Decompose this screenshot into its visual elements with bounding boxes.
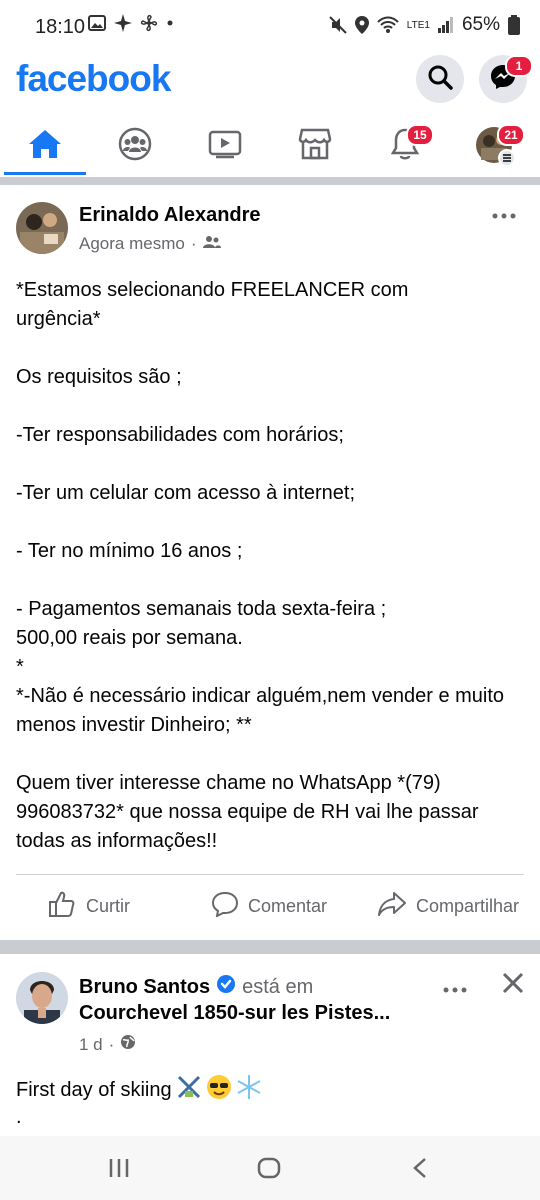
post-line: - Ter no mínimo 16 anos ;: [16, 540, 243, 562]
hide-post-button[interactable]: [502, 972, 524, 999]
like-label: Curtir: [86, 895, 130, 916]
battery-percent: 65%: [461, 14, 500, 35]
tab-home[interactable]: [1, 118, 89, 174]
wifi-icon: [377, 16, 399, 34]
home-nav-button[interactable]: [257, 1157, 281, 1184]
post-line: *: [16, 656, 24, 678]
post-line: -Ter um celular com acesso à internet;: [16, 482, 356, 504]
back-button[interactable]: [412, 1157, 428, 1184]
post-line: - Pagamentos semanais toda sexta-feira ;: [16, 598, 387, 620]
sunglasses-emoji-icon: [206, 1074, 232, 1106]
comment-icon: [211, 891, 239, 922]
status-bar: 18:10 LTE1 65%: [0, 0, 540, 56]
friends-icon: [202, 234, 221, 254]
post-line: *Estamos selecionando FREELANCER com urg…: [16, 279, 409, 330]
post-time[interactable]: Agora mesmo: [79, 234, 185, 254]
network-label: LTE1: [406, 19, 430, 31]
post-line: 500,00 reais por semana.: [16, 627, 243, 649]
post-verb: está em: [242, 975, 314, 998]
tab-groups[interactable]: [91, 118, 179, 174]
notifications-badge: 15: [406, 124, 434, 146]
location-icon: [354, 16, 369, 34]
clock: 18:10: [35, 16, 86, 38]
snowflake-icon: [236, 1074, 262, 1106]
groups-icon: [118, 127, 152, 166]
messenger-badge: 1: [505, 55, 533, 77]
like-button[interactable]: Curtir: [48, 888, 130, 924]
skis-icon: [176, 1074, 202, 1106]
home-button-icon: [257, 1157, 281, 1183]
post-divider: [16, 874, 524, 875]
active-tab-indicator: [4, 172, 86, 175]
comment-button[interactable]: Comentar: [211, 888, 328, 924]
post-options-button[interactable]: [491, 196, 517, 227]
recent-apps-button[interactable]: [108, 1158, 130, 1183]
tab-marketplace[interactable]: [271, 118, 359, 174]
post-location[interactable]: Courchevel 1850-sur les Pistes...: [79, 1002, 429, 1025]
post-author[interactable]: Erinaldo Alexandre: [79, 204, 261, 227]
post2-text-2: .: [16, 1106, 22, 1128]
verified-icon: [216, 974, 236, 1000]
video-icon: [208, 129, 242, 164]
thumbs-up-icon: [48, 890, 76, 923]
post-body: *Estamos selecionando FREELANCER com urg…: [16, 276, 526, 856]
post-meta: 1 d ·: [79, 1034, 136, 1055]
main-tabs: 15 21: [0, 118, 540, 176]
post2-text: First day of skiing: [16, 1078, 172, 1101]
tab-watch[interactable]: [181, 118, 269, 174]
post-time[interactable]: 1 d: [79, 1035, 103, 1055]
search-icon: [427, 64, 453, 95]
tab-menu[interactable]: 21: [451, 118, 539, 174]
section-separator: [0, 177, 540, 185]
post-options-button[interactable]: [442, 970, 468, 1001]
home-icon: [28, 129, 62, 164]
avatar[interactable]: [16, 202, 68, 254]
post-line: Quem tiver interesse chame no WhatsApp *…: [16, 772, 479, 852]
back-icon: [412, 1158, 428, 1183]
fan-icon: [140, 14, 158, 32]
search-button[interactable]: [416, 55, 464, 103]
system-navigation-bar: [0, 1136, 540, 1200]
avatar[interactable]: [16, 972, 68, 1024]
post-meta: Agora mesmo ·: [79, 234, 221, 254]
post-line: Os requisitos são ;: [16, 366, 182, 388]
battery-icon: [508, 15, 520, 35]
menu-badge: 21: [497, 124, 525, 146]
store-icon: [298, 128, 332, 165]
dot-icon: [166, 19, 174, 27]
comment-label: Comentar: [248, 895, 328, 916]
section-separator: [0, 940, 540, 954]
globe-icon: [120, 1034, 136, 1055]
share-icon: [378, 891, 406, 922]
more-options-icon: [442, 970, 468, 1000]
facebook-logo[interactable]: facebook: [16, 58, 171, 100]
tab-notifications[interactable]: 15: [361, 118, 449, 174]
share-button[interactable]: Compartilhar: [378, 888, 519, 924]
post-author[interactable]: Bruno Santos: [79, 976, 210, 999]
mute-icon: [329, 16, 347, 34]
post2-body: First day of skiing: [16, 1074, 262, 1106]
post-line: *-Não é necessário indicar alguém,nem ve…: [16, 685, 505, 736]
close-icon: [502, 972, 524, 998]
post2-header: Bruno Santos está em: [79, 974, 313, 1000]
sparkle-icon: [114, 14, 132, 32]
more-options-icon: [491, 196, 517, 226]
recent-apps-icon: [108, 1159, 130, 1182]
share-label: Compartilhar: [416, 895, 520, 916]
post-line: -Ter responsabilidades com horários;: [16, 424, 344, 446]
gallery-icon: [88, 15, 106, 31]
messenger-button[interactable]: 1: [479, 55, 533, 103]
signal-icon: [437, 17, 454, 33]
